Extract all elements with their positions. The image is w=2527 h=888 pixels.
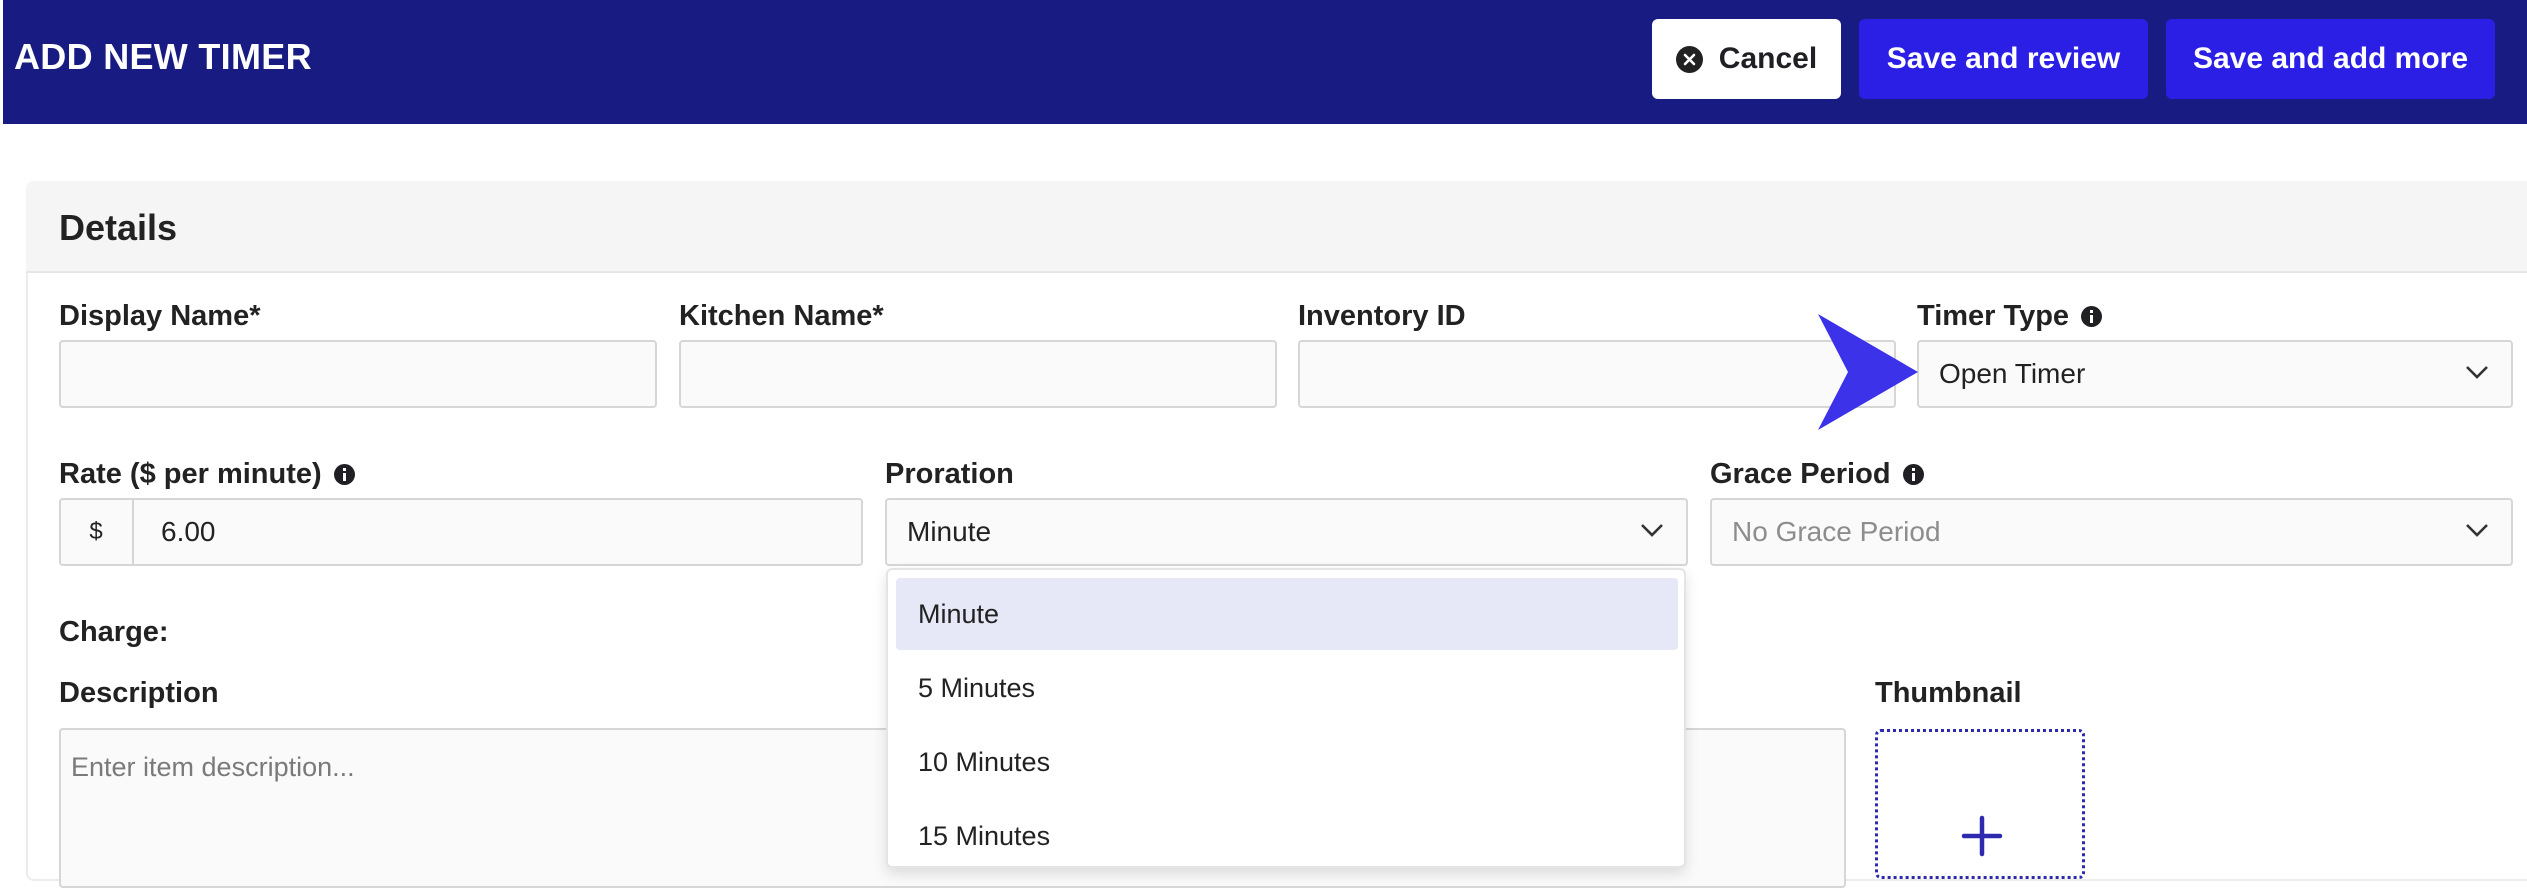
charge-label: Charge:	[59, 616, 169, 648]
cancel-button-label: Cancel	[1718, 42, 1818, 75]
proration-option[interactable]: 10 Minutes	[896, 726, 1678, 798]
display-name-label: Display Name*	[59, 300, 261, 332]
plus-icon	[1961, 815, 2003, 857]
save-and-add-more-button[interactable]: Save and add more	[2166, 19, 2495, 99]
chevron-down-icon	[2466, 366, 2488, 379]
save-and-review-button[interactable]: Save and review	[1859, 19, 2148, 99]
cancel-button[interactable]: Cancel	[1652, 19, 1841, 99]
details-card-header	[26, 181, 2527, 273]
chevron-down-icon	[2466, 524, 2488, 537]
info-icon[interactable]	[1902, 464, 1924, 485]
grace-period-value: No Grace Period	[1732, 516, 1941, 547]
proration-value: Minute	[907, 516, 992, 547]
chevron-down-icon	[1641, 524, 1663, 537]
info-icon[interactable]	[333, 464, 355, 485]
display-name-input[interactable]	[59, 340, 657, 408]
details-title: Details	[59, 207, 178, 248]
proration-label: Proration	[885, 458, 1014, 490]
kitchen-name-input[interactable]	[679, 340, 1277, 408]
inventory-id-input[interactable]	[1298, 340, 1896, 408]
currency-prefix: $	[60, 499, 134, 565]
info-icon[interactable]	[2081, 306, 2103, 327]
description-label: Description	[59, 677, 219, 709]
proration-select[interactable]: Minute	[885, 498, 1688, 566]
close-circle-icon	[1675, 45, 1703, 73]
proration-option[interactable]: 5 Minutes	[896, 652, 1678, 724]
proration-option[interactable]: Minute	[896, 578, 1678, 650]
pointer-arrow-icon	[1818, 314, 1918, 430]
page-title: ADD NEW TIMER	[14, 36, 312, 77]
grace-period-label: Grace Period	[1710, 458, 1924, 491]
thumbnail-upload[interactable]	[1875, 729, 2085, 879]
thumbnail-label: Thumbnail	[1875, 677, 2022, 709]
timer-type-value: Open Timer	[1939, 358, 2086, 389]
top-bar	[3, 0, 2527, 124]
proration-option[interactable]: 15 Minutes	[896, 800, 1678, 872]
timer-type-label: Timer Type	[1917, 300, 2103, 333]
proration-dropdown-menu: Minute 5 Minutes 10 Minutes 15 Minutes	[886, 568, 1686, 868]
kitchen-name-label: Kitchen Name*	[679, 300, 884, 332]
grace-period-select[interactable]: No Grace Period	[1710, 498, 2513, 566]
timer-type-select[interactable]: Open Timer	[1917, 340, 2513, 408]
rate-input[interactable]	[59, 498, 863, 566]
rate-label: Rate ($ per minute)	[59, 458, 355, 491]
inventory-id-label: Inventory ID	[1298, 300, 1466, 332]
